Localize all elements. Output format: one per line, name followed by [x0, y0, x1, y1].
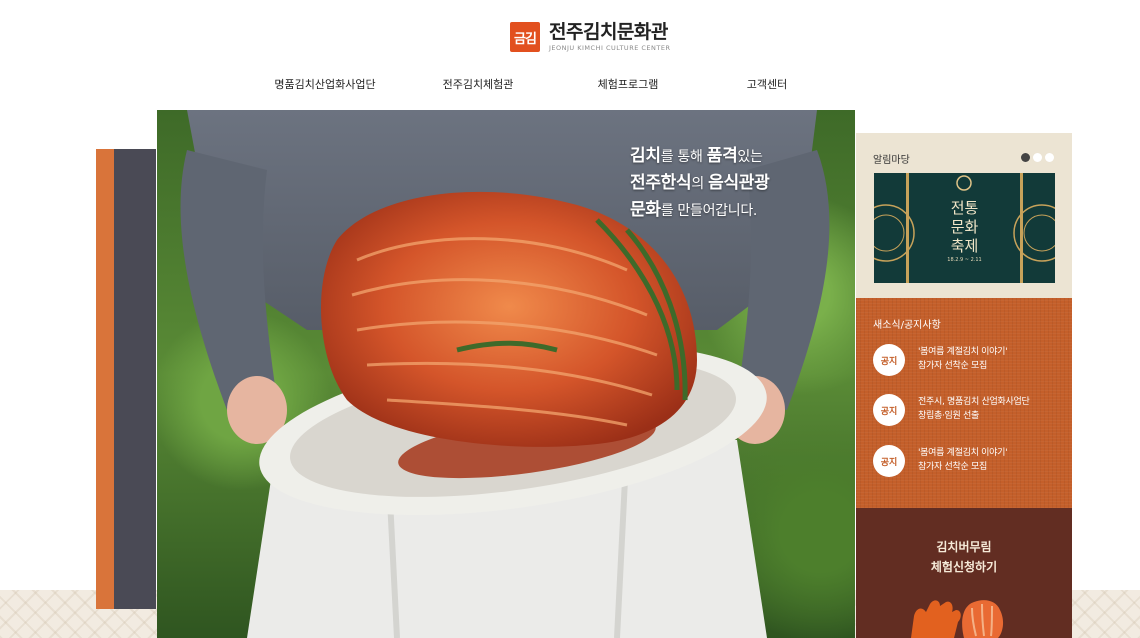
- logo-text: 전주김치문화관 JEONJU KIMCHI CULTURE CENTER: [549, 22, 670, 52]
- hero-tagline: 김치를 통해 품격있는 전주한식의 음식관광 문화를 만들어갑니다.: [630, 143, 850, 224]
- notice-badge: 공지: [873, 445, 905, 477]
- notice-badge: 공지: [873, 394, 905, 426]
- news-panel: 새소식/공지사항 공지 '봄여름 계절김치 이야기' 참가자 선착순 모집 공지…: [856, 298, 1072, 508]
- decor-stripe-gray: [114, 149, 156, 609]
- news-line: 창립총·임원 선출: [918, 411, 979, 421]
- notice-badge: 공지: [873, 344, 905, 376]
- apply-experience-button[interactable]: 김치버무림 체험신청하기: [856, 508, 1072, 638]
- hero-tag-word: 김치: [630, 146, 661, 166]
- hero-tag-text: 의: [691, 176, 709, 192]
- hero-tag-text: 를 통해: [660, 149, 707, 165]
- banner-title-line: 축제: [950, 237, 979, 255]
- hero-tag-word: 전주한식: [630, 173, 692, 193]
- decor-stripe-orange: [96, 149, 114, 609]
- banner-title-line: 전통: [950, 199, 979, 217]
- news-title[interactable]: 새소식/공지사항: [873, 316, 941, 331]
- hero-tag-word: 품격: [706, 146, 738, 166]
- nav-item-kimchi-industry[interactable]: 명품김치산업화사업단: [274, 76, 375, 92]
- apply-label: 김치버무림 체험신청하기: [856, 537, 1072, 577]
- news-line: '봄여름 계절김치 이야기': [918, 448, 1008, 458]
- news-item[interactable]: 공지 '봄여름 계절김치 이야기' 참가자 선착순 모집: [873, 443, 1063, 479]
- nav-item-experience-hall[interactable]: 전주김치체험관: [443, 76, 514, 92]
- banner-title-line: 문화: [950, 218, 979, 236]
- hero-tag-word: 음식관광: [708, 173, 770, 193]
- notice-board-title[interactable]: 알림마당: [873, 151, 910, 166]
- hero-tag-text: 있는: [737, 149, 763, 165]
- news-item[interactable]: 공지 전주시, 명품김치 산업화사업단 창립총·임원 선출: [873, 392, 1063, 428]
- news-item-text: 전주시, 명품김치 산업화사업단 창립총·임원 선출: [918, 395, 1063, 423]
- carousel-dot-2[interactable]: [1033, 153, 1042, 162]
- apply-label-line: 체험신청하기: [930, 560, 998, 574]
- news-item-text: '봄여름 계절김치 이야기' 참가자 선착순 모집: [918, 345, 1063, 373]
- hero-visual: 김치를 통해 품격있는 전주한식의 음식관광 문화를 만들어갑니다.: [157, 110, 855, 638]
- banner-date: 18.2.9 ~ 2.11: [947, 257, 982, 263]
- gloves-kimchi-icon: [911, 600, 1004, 638]
- carousel-dot-1[interactable]: [1021, 153, 1030, 162]
- hero-tag-text: 를 만들어갑니다.: [660, 203, 758, 219]
- carousel-dot-3[interactable]: [1045, 153, 1054, 162]
- apply-label-line: 김치버무림: [936, 540, 992, 554]
- banner-title: 전통 문화 축제: [874, 199, 1055, 256]
- site-logo[interactable]: 금김 전주김치문화관 JEONJU KIMCHI CULTURE CENTER: [510, 20, 670, 54]
- side-panels: 알림마당 전통 문화 축제 18.2.9 ~ 2.11 새소식/공지사항 공지 …: [856, 133, 1072, 638]
- logo-subtitle: JEONJU KIMCHI CULTURE CENTER: [549, 44, 671, 52]
- carousel-dots: [1021, 153, 1054, 162]
- nav-item-customer-center[interactable]: 고객센터: [747, 76, 787, 92]
- news-line: 참가자 선착순 모집: [918, 361, 987, 371]
- logo-title: 전주김치문화관: [549, 21, 668, 43]
- main-nav: 명품김치산업화사업단 전주김치체험관 체험프로그램 고객센터: [0, 76, 1140, 92]
- festival-banner[interactable]: 전통 문화 축제 18.2.9 ~ 2.11: [874, 173, 1055, 283]
- news-line: 전주시, 명품김치 산업화사업단: [918, 397, 1030, 407]
- notice-board-panel: 알림마당 전통 문화 축제 18.2.9 ~ 2.11: [856, 133, 1072, 298]
- hero-tag-word: 문화: [630, 200, 661, 220]
- logo-mark-icon: 금김: [510, 22, 540, 52]
- news-line: 참가자 선착순 모집: [918, 462, 987, 472]
- news-line: '봄여름 계절김치 이야기': [918, 347, 1008, 357]
- news-item-text: '봄여름 계절김치 이야기' 참가자 선착순 모집: [918, 446, 1063, 474]
- news-item[interactable]: 공지 '봄여름 계절김치 이야기' 참가자 선착순 모집: [873, 342, 1063, 378]
- nav-item-programs[interactable]: 체험프로그램: [598, 76, 659, 92]
